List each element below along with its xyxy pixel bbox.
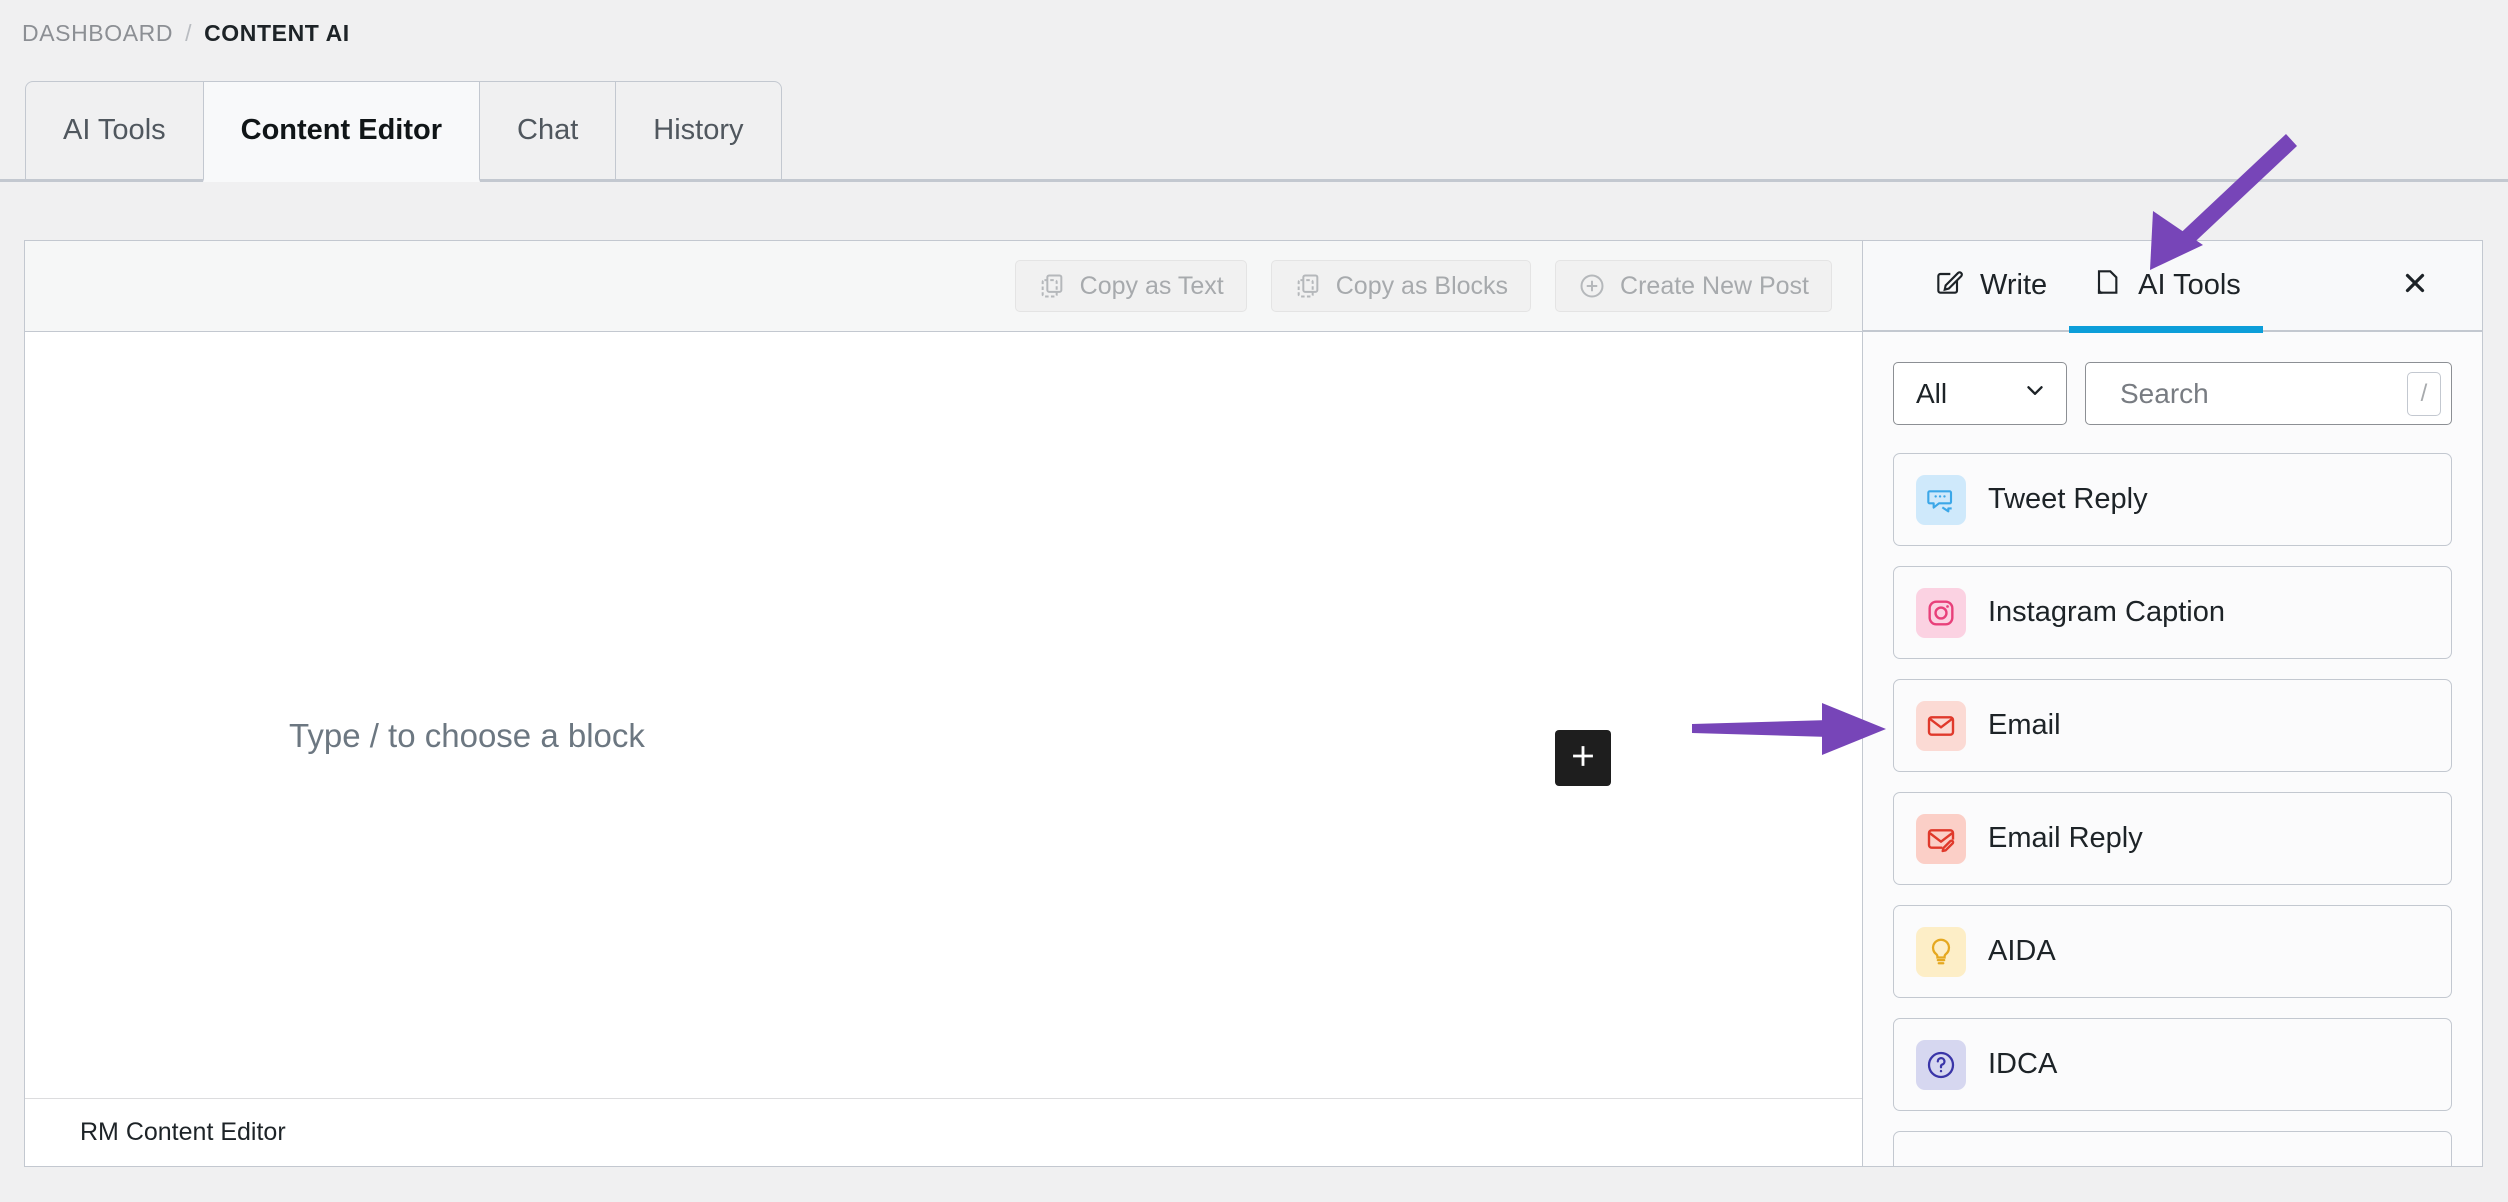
tool-item-instagram-caption[interactable]: Instagram Caption [1893,566,2452,659]
editor-statusbar: RM Content Editor [25,1098,1862,1166]
tweet-reply-icon [1916,474,1966,525]
chevron-down-icon [2022,377,2048,410]
ai-panel-tab-write[interactable]: Write [1911,241,2069,331]
tool-label: Instagram Caption [1988,596,2225,628]
tab-chat-label: Chat [517,114,579,146]
editor-canvas[interactable]: Type / to choose a block [25,332,1862,1098]
tab-ai-tools[interactable]: AI Tools [25,81,204,182]
tab-chat[interactable]: Chat [479,81,617,182]
block-placeholder: Type / to choose a block [289,717,645,754]
category-select[interactable]: All [1893,362,2067,425]
tab-content-editor[interactable]: Content Editor [202,81,480,182]
tool-item-aida[interactable]: AIDA [1893,905,2452,998]
tab-ai-tools-label: AI Tools [63,114,166,146]
ai-panel-body: All Search / Tweet Reply Instagram Capti… [1863,332,2482,1166]
copy-icon [1038,272,1066,300]
envelope-icon [1916,700,1966,751]
copy-blocks-icon [1294,272,1322,300]
search-shortcut-key: / [2407,371,2441,416]
breadcrumb-current: CONTENT AI [204,19,350,46]
ai-filter-row: All Search / [1893,362,2452,425]
tool-item-email-reply[interactable]: Email Reply [1893,792,2452,885]
lightbulb-icon [1916,926,1966,977]
tab-history[interactable]: History [615,81,782,182]
tool-item-idca[interactable]: IDCA [1893,1018,2452,1111]
breadcrumb-dashboard[interactable]: DASHBOARD [22,20,173,47]
create-new-post-label: Create New Post [1620,271,1809,300]
page-tabstrip: AI Tools Content Editor Chat History [0,78,2508,182]
editor-status-label: RM Content Editor [80,1118,286,1146]
plus-icon [1566,739,1600,778]
search-placeholder: Search [2120,377,2209,409]
breadcrumb-separator: / [185,19,193,46]
question-circle-icon [1916,1039,1966,1090]
close-icon [2400,268,2430,303]
copy-as-blocks-label: Copy as Blocks [1335,271,1509,300]
tool-item-partial[interactable] [1893,1131,2452,1166]
envelope-edit-icon [1916,813,1966,864]
category-select-value: All [1916,377,1948,409]
app-root: DASHBOARD / CONTENT AI AI Tools Content … [0,0,2508,1202]
ai-panel: Write AI Tools All Search / Tweet Reply … [1863,241,2482,1166]
ai-panel-tab-ai-tools-label: AI Tools [2138,269,2241,301]
breadcrumb: DASHBOARD / CONTENT AI [22,16,350,50]
ai-panel-header: Write AI Tools [1863,241,2482,333]
ai-tool-list: Tweet Reply Instagram Caption Email Emai… [1893,453,2452,1166]
tool-label: Email [1988,709,2061,741]
close-panel-button[interactable] [2396,267,2434,305]
search-input[interactable]: Search / [2085,362,2452,425]
plus-circle-icon [1578,272,1606,300]
page-tabs: AI Tools Content Editor Chat History [25,81,782,182]
ai-panel-tab-ai-tools[interactable]: AI Tools [2069,241,2263,333]
copy-as-blocks-button[interactable]: Copy as Blocks [1270,260,1532,312]
create-new-post-button[interactable]: Create New Post [1555,260,1832,312]
tool-label: Tweet Reply [1988,483,2148,515]
workspace: Copy as Text Copy as Blocks Create New P… [24,240,2483,1167]
ai-tools-icon [2091,266,2123,306]
tool-label: IDCA [1988,1048,2058,1080]
tab-content-editor-label: Content Editor [240,114,442,146]
tool-label: AIDA [1988,935,2056,967]
editor-column: Copy as Text Copy as Blocks Create New P… [25,241,1863,1166]
copy-as-text-button[interactable]: Copy as Text [1014,260,1247,312]
write-icon [1933,266,1965,306]
tool-item-email[interactable]: Email [1893,679,2452,772]
tool-item-tweet-reply[interactable]: Tweet Reply [1893,453,2452,546]
copy-as-text-label: Copy as Text [1079,271,1224,300]
tab-history-label: History [653,114,744,146]
instagram-icon [1916,587,1966,638]
add-block-button[interactable] [1555,730,1611,786]
tool-label: Email Reply [1988,822,2143,854]
editor-toolbar: Copy as Text Copy as Blocks Create New P… [25,241,1862,332]
ai-panel-tab-write-label: Write [1980,269,2048,301]
